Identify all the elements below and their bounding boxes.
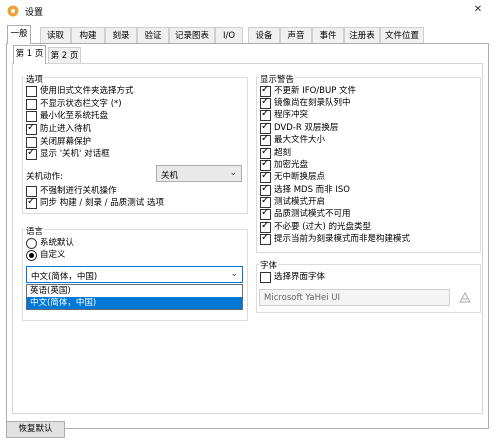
tab-build[interactable]: 构建 <box>71 27 105 43</box>
title-bar: 设置 ✕ <box>0 0 495 22</box>
check-icon: ✓ <box>261 96 270 107</box>
tab-sound[interactable]: 声音 <box>280 27 312 43</box>
check-icon: ✓ <box>261 84 270 95</box>
shutdown-action-select[interactable]: 关机 ⌄ <box>156 165 242 182</box>
tab-log-chart[interactable]: 记录图表 <box>169 27 215 43</box>
options-group-title: 选项 <box>25 73 45 85</box>
close-icon: ✕ <box>473 4 483 15</box>
tab-events[interactable]: 事件 <box>312 27 344 43</box>
check-icon: ✓ <box>261 170 270 181</box>
check-icon: ✓ <box>261 195 270 206</box>
check-icon: ✓ <box>261 220 270 231</box>
check-icon: ✓ <box>261 232 270 243</box>
window-title: 设置 <box>25 8 44 18</box>
shutdown-action-label: 关机动作: <box>26 172 63 182</box>
font-group-title: 字体 <box>259 259 279 271</box>
font-picker-icon[interactable] <box>459 292 471 303</box>
tab-registry[interactable]: 注册表 <box>344 27 380 43</box>
language-option[interactable]: 英语(英国) <box>27 285 242 297</box>
tab-file-locations[interactable]: 文件位置 <box>380 27 424 43</box>
restore-defaults-button[interactable]: 恢复默认 <box>6 421 65 438</box>
language-option-selected[interactable]: 中文(简体，中国) <box>27 297 242 309</box>
close-button[interactable]: ✕ <box>463 1 493 19</box>
check-icon: ✓ <box>261 207 270 218</box>
language-select[interactable]: 中文(简体，中国) ⌄ <box>26 266 243 283</box>
app-icon <box>7 5 19 17</box>
check-icon: ✓ <box>261 146 270 157</box>
tab-burn[interactable]: 刻录 <box>105 27 137 43</box>
tab-io[interactable]: I/O <box>215 27 243 43</box>
check-icon: ✓ <box>261 108 270 119</box>
check-icon: ✓ <box>261 121 270 132</box>
tab-device[interactable]: 设备 <box>248 27 280 43</box>
check-icon: ✓ <box>261 133 270 144</box>
subtab-page-1[interactable]: 第 1 页 <box>13 45 46 64</box>
check-icon: ✓ <box>27 147 36 158</box>
tab-read[interactable]: 读取 <box>40 27 71 43</box>
check-icon: ✓ <box>261 183 270 194</box>
font-name-field[interactable]: Microsoft YaHei UI <box>259 289 450 306</box>
check-icon: ✓ <box>261 158 270 169</box>
chevron-down-icon: ⌄ <box>229 168 237 178</box>
chevron-down-icon: ⌄ <box>230 269 238 279</box>
language-dropdown-list: 英语(英国) 中文(简体，中国) <box>26 284 243 310</box>
check-icon: ✓ <box>27 122 36 133</box>
tab-general[interactable]: 一般 <box>7 25 31 44</box>
check-icon: ✓ <box>27 196 36 207</box>
language-group-title: 语言 <box>25 225 45 237</box>
tab-verify[interactable]: 验证 <box>137 27 169 43</box>
subtab-page-2[interactable]: 第 2 页 <box>48 47 81 63</box>
